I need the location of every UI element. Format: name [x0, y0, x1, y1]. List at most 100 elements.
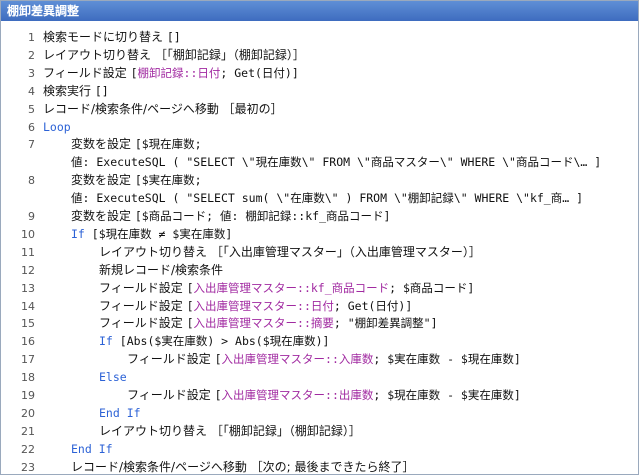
- line-number: 14: [21, 299, 35, 313]
- script-step-line[interactable]: 3 フィールド設定 [棚卸記録::日付; Get(日付)]: [1, 65, 638, 82]
- step-text: 新規レコード/検索条件: [99, 262, 224, 277]
- script-step-line[interactable]: 6 Loop: [1, 119, 638, 136]
- step-code: フィールド設定 [入出庫管理マスター::kf_商品コード; $商品コード]: [99, 280, 474, 297]
- line-number: 21: [21, 424, 35, 438]
- control-keyword: End If: [71, 441, 113, 456]
- line-number: 18: [21, 371, 35, 385]
- field-reference: 入出庫管理マスター::日付: [193, 298, 334, 313]
- script-step-line[interactable]: 22 End If: [1, 441, 638, 458]
- line-number: 9: [28, 210, 35, 223]
- script-step-line[interactable]: 11 レイアウト切り替え ［「入出庫管理マスター」（入出庫管理マスター）］: [1, 244, 638, 261]
- line-number: 20: [21, 406, 35, 420]
- script-step-line[interactable]: 7 変数を設定 [$現在庫数;: [1, 136, 638, 153]
- script-step-line[interactable]: 9 変数を設定 [$商品コード; 値: 棚卸記録::kf_商品コード]: [1, 208, 638, 225]
- script-step-line[interactable]: 5 レコード/検索条件/ページへ移動 ［最初の］: [1, 101, 638, 118]
- step-text: ; $現在庫数 - $実在庫数]: [373, 388, 521, 402]
- control-keyword: If: [71, 226, 85, 241]
- line-number: 12: [21, 263, 35, 277]
- control-keyword: Loop: [43, 119, 71, 134]
- script-step-line[interactable]: 4 検索実行 []: [1, 83, 638, 100]
- step-text: [: [214, 388, 222, 402]
- line-number: 16: [21, 335, 35, 349]
- script-step-line[interactable]: 8 変数を設定 [$実在庫数;: [1, 172, 638, 189]
- script-step-line[interactable]: 16 If [Abs($実在庫数) > Abs($現在庫数)]: [1, 333, 638, 350]
- step-code: 検索モードに切り替え []: [43, 29, 181, 46]
- line-number: 4: [28, 84, 35, 98]
- script-step-line[interactable]: 14 フィールド設定 [入出庫管理マスター::日付; Get(日付)]: [1, 298, 638, 315]
- script-step-line[interactable]: 1 検索モードに切り替え []: [1, 29, 638, 46]
- script-step-line[interactable]: 20 End If: [1, 405, 638, 422]
- script-step-line[interactable]: 15 フィールド設定 [入出庫管理マスター::摘要; "棚卸差異調整"]: [1, 315, 638, 332]
- step-text: [: [186, 298, 194, 313]
- line-number: 15: [21, 317, 35, 331]
- script-step-line[interactable]: 10 If [$現在庫数 ≠ $実在庫数]: [1, 226, 638, 243]
- step-code: フィールド設定 [入出庫管理マスター::摘要; "棚卸差異調整"]: [99, 315, 438, 332]
- script-step-line[interactable]: 21 レイアウト切り替え ［「棚卸記録」（棚卸記録）］: [1, 423, 638, 440]
- step-text: レコード/検索条件/ページへ移動 ［最初の］: [43, 101, 283, 116]
- script-step-line[interactable]: 13 フィールド設定 [入出庫管理マスター::kf_商品コード; $商品コード]: [1, 280, 638, 297]
- step-code: 変数を設定 [$現在庫数;: [71, 136, 202, 153]
- line-number: 17: [21, 353, 35, 367]
- step-text: フィールド設定: [99, 280, 187, 295]
- step-text: レイアウト切り替え ［「棚卸記録」（棚卸記録）］: [99, 423, 361, 438]
- step-code: If [$現在庫数 ≠ $実在庫数]: [71, 226, 232, 243]
- script-step-line[interactable]: 17 フィールド設定 [入出庫管理マスター::入庫数; $実在庫数 - $現在庫数…: [1, 351, 638, 368]
- field-reference: 入出庫管理マスター::kf_商品コード: [193, 280, 390, 295]
- step-text: 値: ExecuteSQL ( "SELECT sum( \"在庫数\" ) F…: [71, 191, 583, 206]
- step-text: [: [130, 65, 138, 80]
- step-text: [$商品コード; 値: 棚卸記録::kf_商品コード]: [134, 209, 391, 223]
- line-number: 23: [21, 460, 35, 474]
- step-code: 値: ExecuteSQL ( "SELECT sum( \"在庫数\" ) F…: [71, 190, 583, 207]
- step-code: フィールド設定 [入出庫管理マスター::日付; Get(日付)]: [99, 298, 412, 315]
- control-keyword: If: [99, 334, 113, 349]
- step-text: ; $商品コード]: [389, 280, 475, 295]
- line-number: 13: [21, 281, 35, 295]
- script-step-line[interactable]: 19 フィールド設定 [入出庫管理マスター::出庫数; $現在庫数 - $実在庫数…: [1, 387, 638, 404]
- step-code: Loop: [43, 119, 71, 136]
- field-reference: 入出庫管理マスター::摘要: [193, 316, 334, 331]
- step-code: レイアウト切り替え ［「入出庫管理マスター」（入出庫管理マスター）］: [99, 244, 481, 261]
- step-text: [: [186, 316, 194, 331]
- step-code: フィールド設定 [入出庫管理マスター::入庫数; $実在庫数 - $現在庫数]: [127, 351, 521, 368]
- step-code: 変数を設定 [$実在庫数;: [71, 172, 202, 189]
- step-text: フィールド設定: [99, 298, 187, 313]
- line-number: 5: [28, 102, 35, 116]
- step-code: 検索実行 []: [43, 83, 109, 100]
- step-text: レコード/検索条件/ページへ移動 ［次の; 最後まできたら終了］: [71, 459, 415, 474]
- script-step-line[interactable]: 2 レイアウト切り替え ［「棚卸記録」（棚卸記録）］: [1, 47, 638, 64]
- script-step-line[interactable]: 値: ExecuteSQL ( "SELECT \"現在庫数\" FROM \"…: [1, 154, 638, 171]
- control-keyword: End If: [99, 405, 141, 420]
- step-text: [Abs($実在庫数) > Abs($現在庫数)]: [112, 334, 330, 349]
- step-code: Else: [99, 369, 127, 386]
- line-number: 22: [21, 442, 35, 456]
- step-text: ; Get(日付)]: [220, 65, 299, 80]
- step-text: [$実在庫数;: [134, 173, 202, 188]
- step-text: [: [214, 352, 222, 367]
- step-code: レイアウト切り替え ［「棚卸記録」（棚卸記録）］: [43, 47, 305, 64]
- script-step-line[interactable]: 18 Else: [1, 369, 638, 386]
- script-step-line[interactable]: 23 レコード/検索条件/ページへ移動 ［次の; 最後まできたら終了］: [1, 459, 638, 474]
- step-text: 検索実行: [43, 83, 95, 98]
- step-text: []: [94, 83, 109, 98]
- step-text: [$現在庫数 ≠ $実在庫数]: [84, 226, 233, 241]
- script-step-line[interactable]: 値: ExecuteSQL ( "SELECT sum( \"在庫数\" ) F…: [1, 190, 638, 207]
- step-text: フィールド設定: [127, 388, 215, 402]
- script-window: 棚卸差異調整 1 検索モードに切り替え [] 2 レイアウト切り替え ［「棚卸記録」（…: [0, 0, 639, 475]
- step-text: フィールド設定: [43, 65, 131, 80]
- step-text: 変数を設定: [71, 137, 135, 152]
- step-code: 新規レコード/検索条件: [99, 262, 223, 279]
- step-text: []: [166, 30, 181, 44]
- step-text: [$現在庫数;: [134, 137, 202, 152]
- step-text: フィールド設定: [127, 352, 215, 367]
- step-code: End If: [99, 405, 141, 422]
- step-text: 値: ExecuteSQL ( "SELECT \"現在庫数\" FROM \"…: [71, 155, 602, 170]
- script-editor[interactable]: 1 検索モードに切り替え [] 2 レイアウト切り替え ［「棚卸記録」（棚卸記録）］ 3…: [1, 23, 638, 474]
- script-step-line[interactable]: 12 新規レコード/検索条件: [1, 262, 638, 279]
- step-text: 検索モードに切り替え: [43, 30, 167, 44]
- line-number: 6: [28, 120, 35, 134]
- line-number: 19: [21, 389, 35, 402]
- field-reference: 入出庫管理マスター::出庫数: [221, 388, 374, 402]
- step-text: [: [186, 280, 194, 295]
- line-number: 7: [28, 138, 35, 152]
- step-text: ; $実在庫数 - $現在庫数]: [373, 352, 521, 367]
